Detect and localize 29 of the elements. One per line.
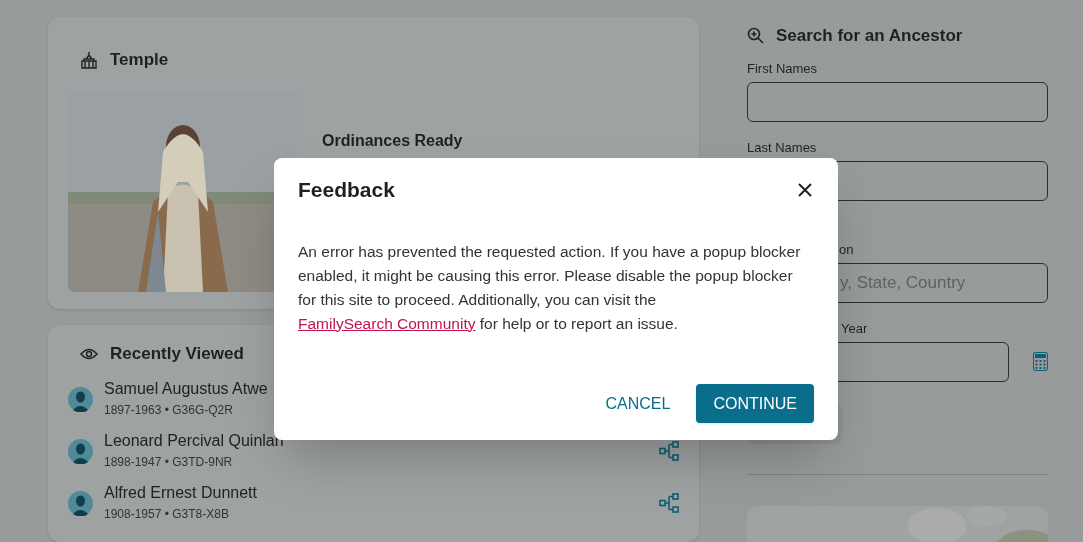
person-name-link[interactable]: Alfred Ernest Dunnett	[104, 482, 257, 504]
card-title: Recently Viewed	[110, 343, 244, 365]
cancel-button[interactable]: CANCEL	[603, 384, 673, 423]
field-label: Last Names	[747, 139, 817, 156]
input-field[interactable]	[747, 81, 1048, 122]
field-label: on	[839, 241, 854, 258]
temple-icon	[80, 50, 98, 69]
section-title: Search for an Ancestor	[776, 25, 963, 47]
tree-icon[interactable]	[659, 441, 679, 461]
person-name-link[interactable]: Leonard Percival Quinlan	[104, 430, 284, 452]
continue-button[interactable]: CONTINUE	[696, 384, 814, 423]
search-icon	[747, 27, 764, 45]
dialog-title: Feedback	[298, 177, 395, 203]
person-avatar-icon	[68, 386, 93, 412]
field-label: Year	[841, 320, 868, 337]
tree-icon[interactable]	[659, 493, 679, 513]
field-label: First Names	[747, 60, 818, 77]
person-name-link[interactable]: Samuel Augustus Atwe	[104, 378, 268, 400]
community-link[interactable]: FamilySearch Community	[298, 314, 476, 332]
eye-icon	[80, 347, 98, 360]
card-title: Temple	[110, 49, 169, 71]
calendar-icon[interactable]	[1033, 352, 1048, 371]
person-avatar-icon	[68, 438, 93, 464]
person-details: 1897-1963 • G36G-Q2R	[104, 402, 233, 419]
person-details: 1898-1947 • G3TD-9NR	[104, 454, 233, 471]
person-details: 1908-1957 • G3T8-X8B	[104, 506, 229, 523]
section-heading: Ordinances Ready	[322, 130, 463, 151]
person-avatar-icon	[68, 490, 93, 516]
close-icon[interactable]	[798, 182, 812, 197]
